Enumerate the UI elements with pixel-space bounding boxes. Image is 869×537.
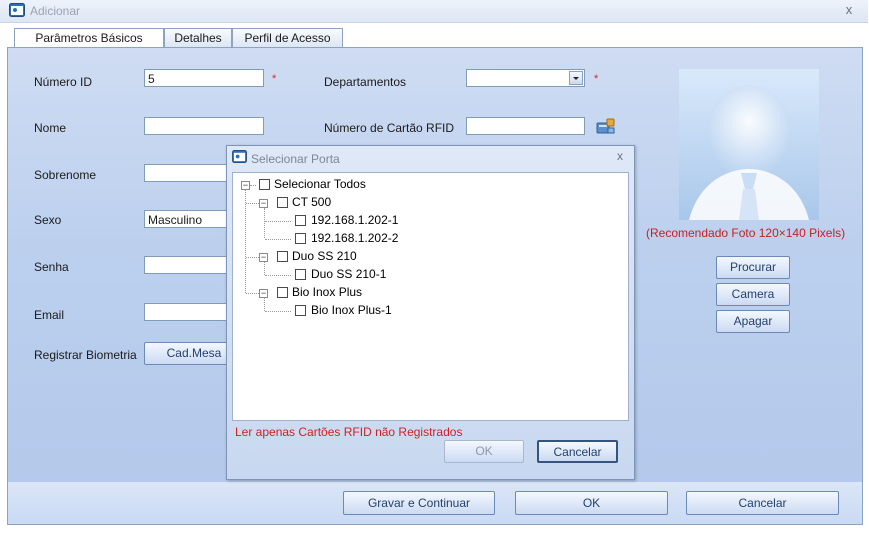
cartao-rfid-input[interactable] [466, 117, 585, 135]
tree-item-port[interactable]: Duo SS 210-1 [311, 266, 386, 282]
tab-label: Detalhes [174, 31, 222, 45]
numero-id-input[interactable]: 5 [144, 69, 264, 87]
tree-item-port[interactable]: 192.168.1.202-2 [311, 230, 398, 246]
port-tree: − Selecionar Todos − CT 500 192.168.1.20… [232, 172, 629, 421]
procurar-button[interactable]: Procurar [716, 256, 790, 279]
checkbox[interactable] [277, 197, 288, 208]
tree-item-select-all[interactable]: Selecionar Todos [274, 176, 366, 192]
departamentos-label: Departamentos [324, 75, 407, 89]
checkbox[interactable] [295, 305, 306, 316]
checkbox[interactable] [295, 269, 306, 280]
camera-button[interactable]: Camera [716, 283, 790, 306]
checkbox[interactable] [277, 251, 288, 262]
senha-label: Senha [34, 260, 69, 274]
close-icon[interactable]: x [840, 2, 858, 18]
checkbox[interactable] [277, 287, 288, 298]
sexo-label: Sexo [34, 213, 62, 227]
close-icon[interactable]: x [613, 149, 627, 163]
numero-id-label: Número ID [34, 75, 93, 89]
tab-label: Perfil de Acesso [244, 31, 331, 45]
dialog-title-bar: Selecionar Porta x [227, 146, 634, 168]
apagar-button[interactable]: Apagar [716, 310, 790, 333]
window-title: Adicionar [30, 4, 81, 18]
photo-size-hint: (Recomendado Foto 120×140 Pixels) [646, 226, 846, 240]
dialog-cancel-button[interactable]: Cancelar [537, 440, 618, 463]
tab-parametros-basicos[interactable]: Parâmetros Básicos [14, 28, 164, 49]
dialog-ok-button[interactable]: OK [444, 440, 524, 463]
nome-label: Nome [34, 121, 67, 135]
collapse-icon[interactable]: − [259, 199, 268, 208]
gravar-continuar-button[interactable]: Gravar e Continuar [343, 491, 495, 515]
departamentos-select[interactable] [466, 69, 585, 87]
app-icon [232, 150, 247, 163]
collapse-icon[interactable]: − [241, 181, 250, 190]
tree-item-port[interactable]: 192.168.1.202-1 [311, 212, 398, 228]
tree-item-port[interactable]: Bio Inox Plus-1 [311, 302, 392, 318]
avatar-placeholder-icon [689, 85, 809, 220]
select-port-dialog: Selecionar Porta x − Selecionar Todos − … [226, 145, 635, 480]
collapse-icon[interactable]: − [259, 253, 268, 262]
cancel-button[interactable]: Cancelar [686, 491, 839, 515]
checkbox[interactable] [295, 215, 306, 226]
dialog-title: Selecionar Porta [251, 152, 340, 166]
nome-input[interactable] [144, 117, 264, 135]
checkbox[interactable] [295, 233, 306, 244]
registrar-biometria-label: Registrar Biometria [34, 348, 137, 362]
rfid-unregistered-note: Ler apenas Cartões RFID não Registrados [235, 425, 463, 439]
required-mark: * [272, 73, 277, 85]
card-reader-icon[interactable] [596, 117, 616, 135]
sobrenome-label: Sobrenome [34, 168, 97, 182]
app-icon [9, 3, 25, 17]
checkbox[interactable] [259, 179, 270, 190]
tree-item-group[interactable]: Duo SS 210 [292, 248, 357, 264]
cartao-rfid-label: Número de Cartão RFID [324, 121, 455, 135]
required-mark: * [594, 73, 599, 85]
tree-item-group[interactable]: CT 500 [292, 194, 331, 210]
tab-detalhes[interactable]: Detalhes [164, 28, 232, 48]
tree-item-group[interactable]: Bio Inox Plus [292, 284, 362, 300]
user-photo [679, 69, 819, 220]
tab-label: Parâmetros Básicos [35, 31, 143, 45]
chevron-down-icon[interactable] [569, 71, 583, 85]
ok-button[interactable]: OK [515, 491, 668, 515]
email-label: Email [34, 308, 65, 322]
collapse-icon[interactable]: − [259, 289, 268, 298]
tab-perfil-de-acesso[interactable]: Perfil de Acesso [232, 28, 343, 48]
title-bar: Adicionar x [0, 0, 868, 23]
